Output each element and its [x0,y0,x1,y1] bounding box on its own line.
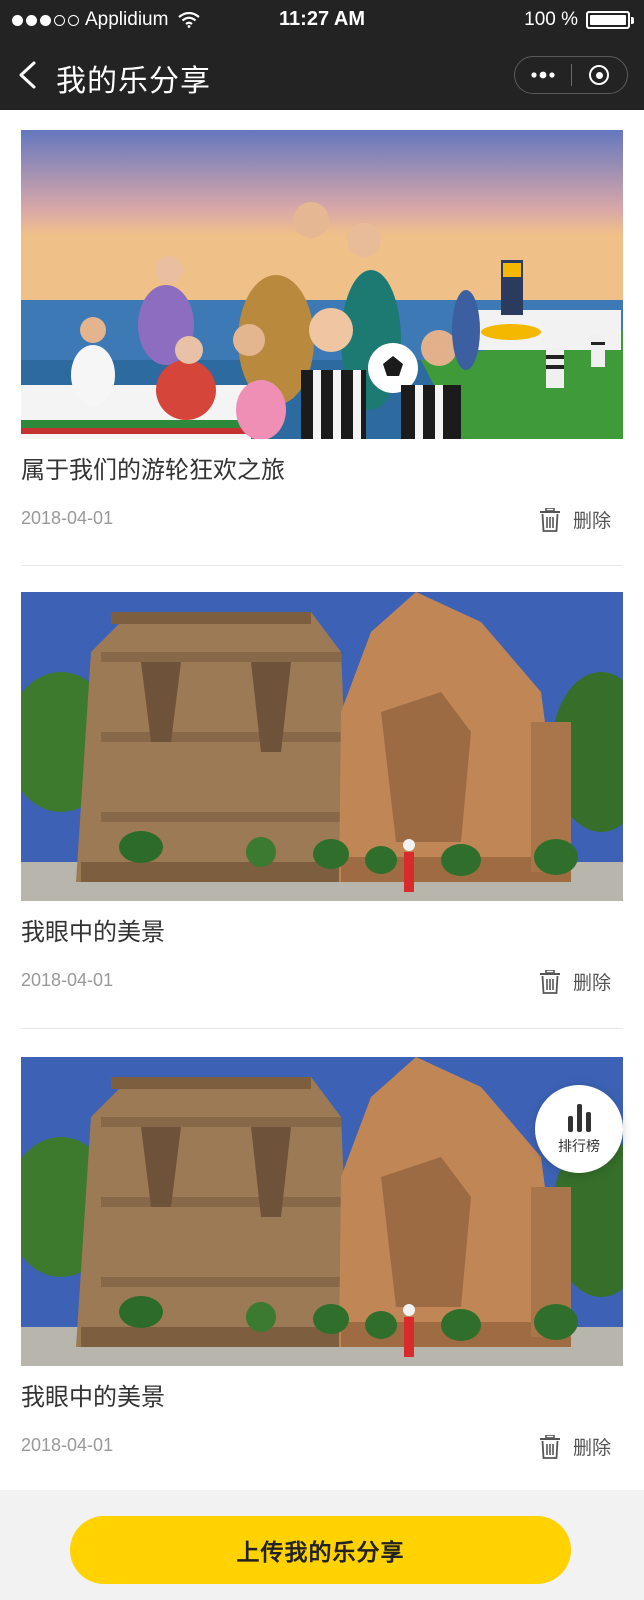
status-bar: Applidium 11:27 AM 100 % [0,0,644,40]
share-card[interactable]: 属于我们的游轮狂欢之旅 2018-04-01 删除 [21,130,623,586]
card-date: 2018-04-01 [21,970,114,990]
ranking-label: 排行榜 [558,1139,600,1155]
temple-illustration [21,592,623,901]
card-title: 属于我们的游轮狂欢之旅 [21,456,285,484]
card-title: 我眼中的美景 [21,918,165,946]
share-card[interactable]: 我眼中的美景 2018-04-01 删除 [21,1057,623,1490]
delete-button[interactable]: 删除 [539,506,611,533]
delete-label: 删除 [572,972,611,994]
navigation-bar: 我的乐分享 [0,40,644,110]
temple-illustration [21,1057,623,1366]
ranking-button[interactable]: 排行榜 [535,1085,623,1173]
close-mini-program-button[interactable] [572,57,628,93]
status-right: 100 % [524,9,634,31]
share-list: 属于我们的游轮狂欢之旅 2018-04-01 删除 我眼中的美景 2018-04… [0,110,644,1490]
battery-percent: 100 % [524,9,578,30]
card-date: 2018-04-01 [21,1435,114,1455]
delete-label: 删除 [572,510,611,532]
bottom-action-bar: 上传我的乐分享 [0,1490,644,1600]
delete-button[interactable]: 删除 [539,968,611,995]
trash-icon [539,969,560,994]
delete-label: 删除 [572,1437,611,1459]
more-dots-icon [531,71,555,79]
ancient-brick-temple-photo[interactable] [21,1057,623,1366]
bar-chart-icon [567,1102,591,1132]
delete-button[interactable]: 删除 [539,1433,611,1460]
more-button[interactable] [515,57,571,93]
cruise-party-photo[interactable] [21,130,623,439]
card-divider [21,565,623,566]
upload-share-button[interactable]: 上传我的乐分享 [70,1516,571,1584]
card-title: 我眼中的美景 [21,1383,165,1411]
share-card[interactable]: 我眼中的美景 2018-04-01 删除 [21,592,623,1048]
page-title: 我的乐分享 [56,64,211,99]
close-target-icon [589,65,610,85]
trash-icon [539,507,560,532]
ancient-brick-temple-photo[interactable] [21,592,623,901]
battery-icon [586,11,634,29]
card-divider [21,1028,623,1029]
cruise-party-illustration [21,130,623,439]
card-date: 2018-04-01 [21,508,114,528]
trash-icon [539,1434,560,1459]
back-arrow-icon[interactable] [14,60,42,90]
mini-program-capsule [514,56,628,94]
